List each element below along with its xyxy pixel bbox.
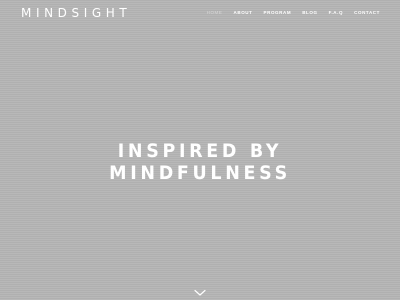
- hero-heading: INSPIRED BY MINDFULNESS: [16, 140, 384, 184]
- hero-heading-line-2: MINDFULNESS: [109, 162, 291, 184]
- site-logo[interactable]: MINDSIGHT: [21, 6, 131, 20]
- nav-item-home[interactable]: HOME: [207, 10, 223, 15]
- nav-item-blog[interactable]: BLOG: [302, 10, 317, 15]
- nav-item-program[interactable]: PROGRAM: [264, 10, 292, 15]
- site-header: MINDSIGHT HOME ABOUT PROGRAM BLOG F.A.Q …: [0, 0, 400, 28]
- nav-item-faq[interactable]: F.A.Q: [329, 10, 344, 15]
- main-nav: HOME ABOUT PROGRAM BLOG F.A.Q CONTACT: [207, 10, 380, 15]
- nav-item-contact[interactable]: CONTACT: [354, 10, 380, 15]
- hero-heading-line-1: INSPIRED BY: [117, 140, 283, 162]
- scroll-down-button[interactable]: [194, 284, 206, 296]
- nav-item-about[interactable]: ABOUT: [234, 10, 253, 15]
- chevron-down-icon: [194, 289, 206, 296]
